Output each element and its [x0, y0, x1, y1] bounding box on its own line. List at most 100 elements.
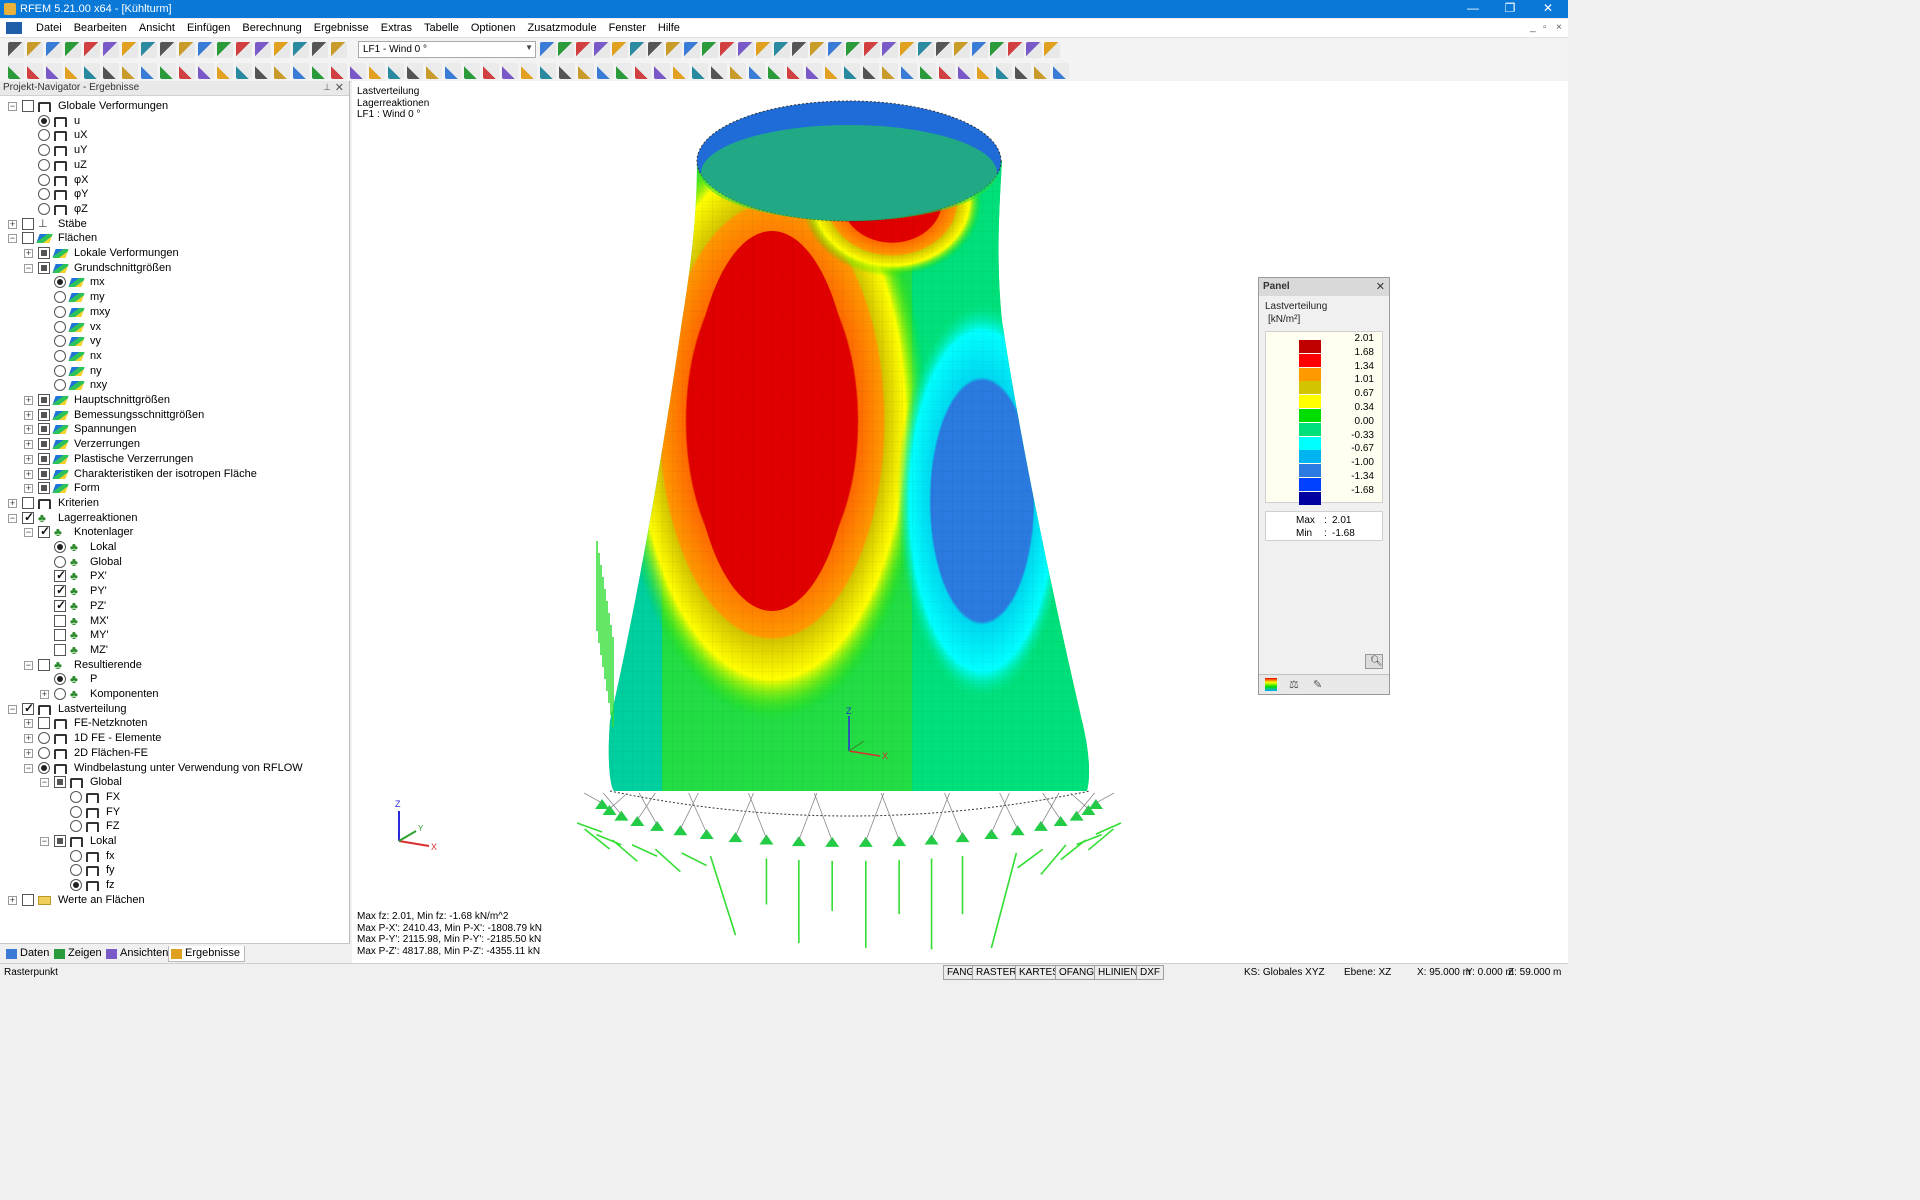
toolbar-tool-icon[interactable]	[103, 63, 119, 79]
radio-button[interactable]	[70, 820, 82, 833]
menu-ansicht[interactable]: Ansicht	[133, 22, 181, 34]
tree-item[interactable]: mx	[0, 275, 348, 290]
toolbar-tool-icon[interactable]	[84, 42, 100, 58]
toolbar-tool-icon[interactable]	[483, 63, 499, 79]
checkbox[interactable]	[54, 583, 66, 598]
expand-icon[interactable]: +	[24, 748, 33, 758]
tree-item[interactable]: fz	[0, 878, 348, 893]
radio-button[interactable]	[54, 320, 66, 333]
checkbox[interactable]	[38, 438, 50, 451]
toolbar-tool-icon[interactable]	[293, 42, 309, 58]
toolbar-tool-icon[interactable]	[616, 63, 632, 79]
checkbox[interactable]	[38, 717, 50, 730]
collapse-icon[interactable]: −	[8, 234, 17, 244]
tree-item[interactable]: mxy	[0, 305, 348, 320]
toolbar-tool-icon[interactable]	[350, 63, 366, 79]
radio-button[interactable]	[54, 379, 66, 392]
radio-button[interactable]	[38, 188, 50, 201]
toolbar-tool-icon[interactable]	[756, 42, 772, 58]
toolbar-tool-icon[interactable]	[730, 63, 746, 79]
tree-item[interactable]: ny	[0, 364, 348, 379]
menu-ergebnisse[interactable]: Ergebnisse	[308, 22, 375, 34]
tree-item[interactable]: FZ	[0, 819, 348, 834]
collapse-icon[interactable]: −	[40, 778, 49, 788]
toolbar-tool-icon[interactable]	[198, 63, 214, 79]
radio-button[interactable]	[38, 129, 50, 142]
expand-icon[interactable]: +	[24, 425, 33, 435]
expand-icon[interactable]: +	[24, 719, 33, 729]
toolbar-tool-icon[interactable]	[630, 42, 646, 58]
expand-icon[interactable]: +	[24, 454, 33, 464]
toolbar-tool-icon[interactable]	[255, 42, 271, 58]
tree-item[interactable]: − Grundschnittgrößen	[0, 261, 348, 276]
tree-item[interactable]: + ⊥ Stäbe	[0, 217, 348, 232]
panel-close-button[interactable]: ✕	[1376, 280, 1385, 293]
minimize-button[interactable]: —	[1455, 0, 1491, 18]
expand-icon[interactable]: +	[24, 734, 33, 744]
toolbar-tool-icon[interactable]	[954, 42, 970, 58]
tree-item[interactable]: + Form	[0, 481, 348, 496]
tree-item[interactable]: + Charakteristiken der isotropen Fläche	[0, 467, 348, 482]
toolbar-tool-icon[interactable]	[936, 42, 952, 58]
toolbar-tool-icon[interactable]	[864, 42, 880, 58]
tree-item[interactable]: + Plastische Verzerrungen	[0, 452, 348, 467]
toolbar-tool-icon[interactable]	[558, 42, 574, 58]
tree-item[interactable]: u	[0, 114, 348, 129]
toolbar-tool-icon[interactable]	[369, 63, 385, 79]
checkbox[interactable]	[54, 776, 66, 789]
toolbar-tool-icon[interactable]	[445, 63, 461, 79]
toolbar-tool-icon[interactable]	[8, 63, 24, 79]
tree-item[interactable]: ♣ MZ'	[0, 643, 348, 658]
status-toggle-ofang[interactable]: OFANG	[1055, 965, 1099, 980]
navigator-close-button[interactable]: ✕	[335, 81, 344, 94]
tree-item[interactable]: ♣ PZ'	[0, 598, 348, 614]
toolbar-tool-icon[interactable]	[996, 63, 1012, 79]
checkbox[interactable]	[38, 247, 50, 259]
toolbar-tool-icon[interactable]	[666, 42, 682, 58]
checkbox[interactable]	[22, 701, 34, 715]
toolbar-tool-icon[interactable]	[900, 42, 916, 58]
toolbar-tool-icon[interactable]	[122, 63, 138, 79]
tree-item[interactable]: + ♣ Komponenten	[0, 687, 348, 702]
toolbar-tool-icon[interactable]	[407, 63, 423, 79]
toolbar-tool-icon[interactable]	[217, 63, 233, 79]
radio-button[interactable]	[38, 158, 50, 171]
toolbar-tool-icon[interactable]	[918, 42, 934, 58]
tree-item[interactable]: ♣ MX'	[0, 614, 348, 629]
tree-item[interactable]: + Verzerrungen	[0, 437, 348, 452]
toolbar-tool-icon[interactable]	[939, 63, 955, 79]
toolbar-tool-icon[interactable]	[774, 42, 790, 58]
tree-item[interactable]: ♣ Global	[0, 555, 348, 570]
toolbar-tool-icon[interactable]	[920, 63, 936, 79]
tree-item[interactable]: uY	[0, 143, 348, 158]
tree-item[interactable]: − Windbelastung unter Verwendung von RFLO…	[0, 761, 348, 776]
toolbar-tool-icon[interactable]	[160, 63, 176, 79]
tree-item[interactable]: − ♣ Resultierende	[0, 658, 348, 673]
tree-item[interactable]: ♣ MY'	[0, 628, 348, 643]
close-button[interactable]: ✕	[1530, 0, 1566, 18]
tree-item[interactable]: vy	[0, 334, 348, 349]
toolbar-tool-icon[interactable]	[692, 63, 708, 79]
tree-item[interactable]: fy	[0, 863, 348, 878]
toolbar-tool-icon[interactable]	[198, 42, 214, 58]
checkbox[interactable]	[22, 510, 34, 524]
toolbar-tool-icon[interactable]	[464, 63, 480, 79]
radio-button[interactable]	[54, 276, 66, 289]
tree-item[interactable]: ♣ PY'	[0, 583, 348, 599]
tab-ergebnisse[interactable]: Ergebnisse	[168, 946, 246, 962]
mdi-minimize-button[interactable]: _	[1530, 22, 1536, 33]
toolbar-tool-icon[interactable]	[179, 42, 195, 58]
tree-item[interactable]: +2D Flächen-FE	[0, 746, 348, 761]
tree-item[interactable]: FY	[0, 805, 348, 820]
checkbox[interactable]	[22, 893, 34, 906]
collapse-icon[interactable]: −	[24, 763, 33, 773]
toolbar-tool-icon[interactable]	[1015, 63, 1031, 79]
toolbar-tool-icon[interactable]	[787, 63, 803, 79]
toolbar-tool-icon[interactable]	[236, 63, 252, 79]
tree-item[interactable]: vx	[0, 320, 348, 335]
toolbar-tool-icon[interactable]	[594, 42, 610, 58]
toolbar-tool-icon[interactable]	[255, 63, 271, 79]
toolbar-tool-icon[interactable]	[8, 42, 24, 58]
mdi-restore-button[interactable]: ▫	[1543, 22, 1547, 33]
checkbox[interactable]	[22, 100, 34, 112]
